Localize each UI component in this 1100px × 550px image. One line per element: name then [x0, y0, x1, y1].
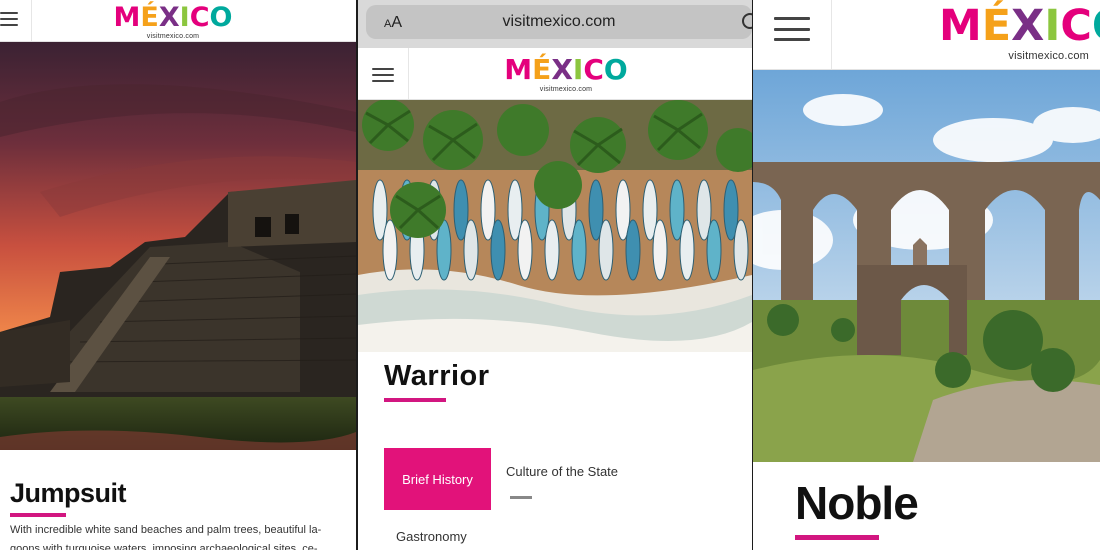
- boat: [652, 219, 668, 281]
- boat: [706, 219, 722, 281]
- boat: [436, 219, 452, 281]
- logo-letter: X: [551, 53, 573, 86]
- title-underline: [795, 535, 879, 540]
- logo-letter: C: [1060, 1, 1092, 51]
- boat: [544, 219, 560, 281]
- title-underline: [10, 513, 66, 517]
- logo-letter: É: [532, 53, 552, 86]
- boat: [463, 219, 479, 281]
- destination-title: Warrior: [384, 360, 490, 392]
- logo-letter: I: [179, 2, 190, 33]
- hero-image-pyramid: [0, 42, 356, 450]
- logo-letter: O: [1092, 1, 1100, 51]
- site-header: MÉXICO visitmexico.com: [753, 0, 1100, 70]
- panel-noble: MÉXICO visitmexico.com: [753, 0, 1100, 550]
- boat: [679, 219, 695, 281]
- panel-jumpsuit: MÉXICO visitmexico.com Jumpsuit With inc…: [0, 0, 356, 550]
- logo-letter: M: [939, 1, 982, 51]
- header-divider: [31, 0, 32, 41]
- logo-letter: X: [158, 2, 180, 33]
- logo-website: visitmexico.com: [1008, 50, 1089, 62]
- logo-letter: É: [981, 1, 1012, 51]
- url-text[interactable]: visitmexico.com: [366, 13, 752, 31]
- logo-letter: M: [504, 53, 533, 86]
- boat: [733, 219, 749, 281]
- address-bar[interactable]: AA visitmexico.com: [366, 5, 752, 39]
- logo-letter: O: [603, 53, 628, 86]
- header-divider: [408, 48, 409, 99]
- title-underline: [384, 398, 446, 402]
- logo-letter: C: [583, 53, 604, 86]
- hero-image-aqueduct: [753, 70, 1100, 462]
- mexico-logo[interactable]: MÉXICO visitmexico.com: [939, 5, 1100, 62]
- hamburger-icon[interactable]: [0, 12, 18, 26]
- logo-letter: M: [113, 2, 141, 33]
- header-divider: [831, 0, 832, 69]
- boat: [571, 219, 587, 281]
- hero-image-beach: [358, 100, 752, 352]
- logo-letter: X: [1011, 1, 1045, 51]
- boat: [625, 219, 641, 281]
- logo-letter: I: [572, 53, 584, 86]
- destination-description: With incredible white sand beaches and p…: [10, 524, 322, 550]
- logo-website: visitmexico.com: [539, 86, 593, 93]
- logo-letter: É: [140, 2, 159, 33]
- tab-culture-of-the-state[interactable]: Culture of the State: [506, 464, 618, 479]
- logo-wordmark: MÉXICO: [502, 56, 630, 84]
- mexico-logo[interactable]: MÉXICO visitmexico.com: [502, 56, 630, 94]
- logo-website: visitmexico.com: [146, 33, 200, 40]
- panel-warrior: AA visitmexico.com MÉXICO visitmexico.co…: [358, 0, 752, 550]
- boat: [598, 219, 614, 281]
- site-header: MÉXICO visitmexico.com: [358, 48, 752, 100]
- logo-letter: C: [189, 2, 210, 33]
- site-header: MÉXICO visitmexico.com: [0, 0, 356, 42]
- mexico-logo[interactable]: MÉXICO visitmexico.com: [112, 4, 234, 40]
- reload-icon[interactable]: [742, 13, 752, 29]
- tab-indicator: [510, 496, 532, 499]
- boat: [517, 219, 533, 281]
- tab-gastronomy[interactable]: Gastronomy: [396, 529, 467, 544]
- tab-brief-history[interactable]: Brief History: [384, 448, 491, 510]
- boat: [382, 219, 398, 281]
- browser-toolbar: AA visitmexico.com: [358, 0, 752, 48]
- hamburger-icon[interactable]: [774, 17, 810, 41]
- destination-title: Noble: [795, 477, 919, 529]
- logo-wordmark: MÉXICO: [939, 5, 1100, 48]
- destination-title: Jumpsuit: [10, 478, 127, 508]
- logo-wordmark: MÉXICO: [112, 4, 234, 31]
- boat: [490, 219, 506, 281]
- logo-letter: I: [1044, 1, 1061, 51]
- hamburger-icon[interactable]: [372, 68, 394, 82]
- logo-letter: O: [209, 2, 233, 33]
